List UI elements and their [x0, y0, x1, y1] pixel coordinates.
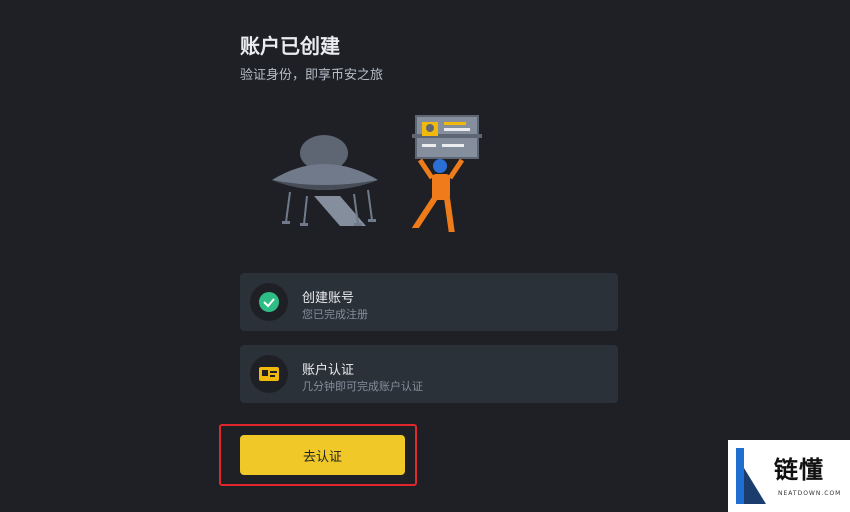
step-description: 您已完成注册	[302, 308, 368, 321]
step-description: 几分钟即可完成账户认证	[302, 380, 423, 393]
step-card-create-account: 创建账号 您已完成注册	[240, 273, 618, 331]
watermark: 链懂 NEATDOWN.COM	[728, 440, 850, 512]
neatdown-logo-icon	[736, 448, 766, 504]
step-title: 创建账号	[302, 291, 355, 306]
id-card-icon	[250, 355, 288, 393]
page-title: 账户已创建	[240, 34, 340, 58]
watermark-text: 链懂	[774, 456, 824, 484]
spaceship-astronaut-illustration	[272, 115, 482, 238]
step-card-verify-account[interactable]: 账户认证 几分钟即可完成账户认证	[240, 345, 618, 403]
page-subtitle: 验证身份，即享币安之旅	[240, 68, 384, 83]
check-circle-icon	[250, 283, 288, 321]
go-verify-button[interactable]: 去认证	[240, 435, 405, 475]
watermark-sub: NEATDOWN.COM	[778, 490, 842, 497]
step-title: 账户认证	[302, 363, 355, 378]
